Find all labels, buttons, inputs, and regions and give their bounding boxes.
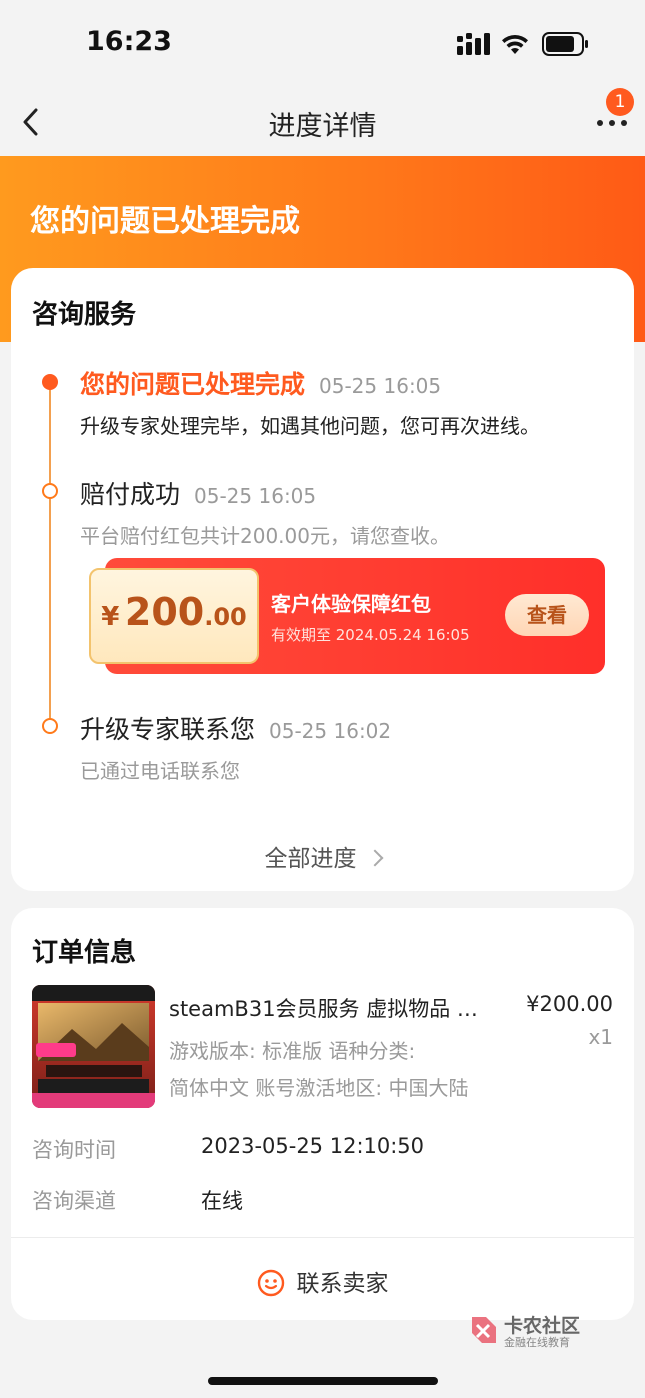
consult-card-title: 咨询服务 (32, 300, 137, 330)
timeline-dot (42, 483, 58, 499)
contact-seller-label: 联系卖家 (296, 1271, 389, 1297)
timeline-item-desc: 已通过电话联系您 (80, 759, 240, 783)
timeline-dot-active (42, 374, 58, 390)
status-time: 16:23 (86, 26, 172, 57)
timeline-dot (42, 718, 58, 734)
all-progress-link[interactable]: 全部进度 (11, 839, 634, 873)
notification-badge: 1 (606, 88, 634, 116)
timeline-item-time: 05-25 16:05 (194, 484, 317, 508)
coupon-amount: ¥ 200.00 (101, 590, 247, 634)
product-name[interactable]: steamB31会员服务 虚拟物品 游戏激活 (169, 993, 485, 1023)
timeline-item-title: 升级专家联系您 05-25 16:02 (80, 715, 392, 744)
consult-time-value: 2023-05-25 12:10:50 (201, 1134, 425, 1158)
product-image[interactable] (32, 985, 155, 1108)
status-bar: 16:23 (0, 0, 645, 88)
coupon-amount-panel: ¥ 200.00 (89, 568, 259, 664)
product-spec-line: 游戏版本: 标准版 语种分类: (169, 1039, 416, 1063)
all-progress-label: 全部进度 (264, 846, 357, 872)
coupon-expiry: 有效期至 2024.05.24 16:05 (271, 626, 470, 644)
timeline-item-title: 赔付成功 05-25 16:05 (80, 480, 317, 509)
coupon-name: 客户体验保障红包 (271, 592, 431, 616)
timeline-item-desc: 升级专家处理完毕，如遇其他问题，您可再次进线。 (80, 414, 540, 438)
battery-icon (542, 32, 588, 56)
consult-channel-value: 在线 (201, 1189, 243, 1213)
timeline-item-time: 05-25 16:02 (269, 719, 392, 743)
home-indicator[interactable] (208, 1377, 438, 1385)
timeline-line (49, 389, 51, 723)
smile-chat-icon (257, 1269, 284, 1296)
watermark-subtitle: 金融在线教育 (504, 1336, 570, 1349)
red-packet-coupon[interactable]: ¥ 200.00 客户体验保障红包 有效期至 2024.05.24 16:05 … (89, 558, 605, 674)
watermark-icon (472, 1317, 496, 1343)
banner-title: 您的问题已处理完成 (30, 204, 300, 239)
cellular-signal-icon (457, 33, 490, 55)
consult-service-card: 咨询服务 您的问题已处理完成 05-25 16:05 升级专家处理完毕，如遇其他问… (11, 268, 634, 891)
nav-bar: 进度详情 (0, 88, 645, 156)
product-quantity: x1 (588, 1025, 613, 1049)
chevron-right-icon (366, 849, 383, 866)
divider (11, 1237, 634, 1238)
watermark-logo: 卡农社区 金融在线教育 (466, 1311, 596, 1351)
consult-time-label: 咨询时间 (32, 1138, 116, 1162)
contact-seller-button[interactable]: 联系卖家 (11, 1264, 634, 1299)
view-coupon-button[interactable]: 查看 (505, 594, 589, 636)
consult-channel-label: 咨询渠道 (32, 1189, 116, 1213)
timeline-item-title: 您的问题已处理完成 05-25 16:05 (80, 370, 442, 399)
product-price: ¥200.00 (526, 992, 613, 1016)
timeline-item-desc: 平台赔付红包共计200.00元，请您查收。 (80, 524, 450, 548)
timeline-item-time: 05-25 16:05 (319, 374, 442, 398)
product-spec-line: 简体中文 账号激活地区: 中国大陆 (169, 1076, 469, 1100)
order-info-card: 订单信息 steamB31会员服务 虚拟物品 游戏激活 ¥200.00 x1 游… (11, 908, 634, 1320)
order-card-title: 订单信息 (32, 938, 137, 968)
wifi-icon (502, 35, 528, 54)
page-title: 进度详情 (268, 111, 377, 142)
